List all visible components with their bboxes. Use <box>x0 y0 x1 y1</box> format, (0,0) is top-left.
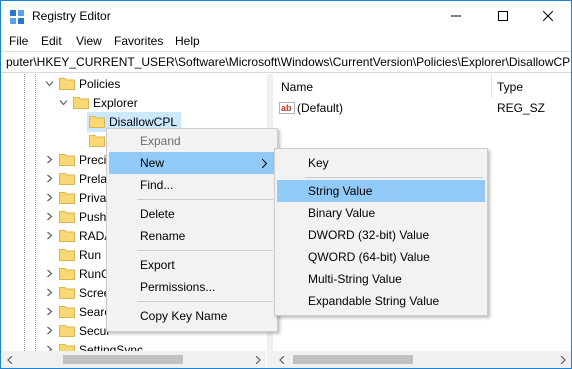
value-type: REG_SZ <box>497 101 546 115</box>
menu-item-export[interactable]: Export <box>109 254 275 276</box>
scroll-thumb[interactable] <box>63 355 183 364</box>
scroll-right-button[interactable] <box>554 351 571 368</box>
close-icon <box>543 11 553 21</box>
menu-item-expand[interactable]: Expand <box>109 130 275 152</box>
chevron-right-icon <box>560 355 566 364</box>
folder-icon <box>59 211 75 223</box>
svg-text:ab: ab <box>281 103 292 113</box>
menu-separator <box>137 250 273 251</box>
chevron-right-icon[interactable] <box>45 174 54 183</box>
registry-icon <box>10 10 24 24</box>
new-submenu: Key String Value Binary Value DWORD (32-… <box>274 148 488 316</box>
tree-item-label: Prela <box>79 172 108 186</box>
menu-item-delete[interactable]: Delete <box>109 203 275 225</box>
chevron-down-icon[interactable] <box>45 79 54 88</box>
scroll-thumb[interactable] <box>293 355 413 364</box>
menu-bar: File Edit View Favorites Help <box>1 31 571 51</box>
folder-icon <box>59 173 75 185</box>
folder-icon <box>59 154 75 166</box>
chevron-right-icon[interactable] <box>45 326 54 335</box>
menu-item-key[interactable]: Key <box>277 152 485 174</box>
context-menu: Expand New Find... Delete Rename Export … <box>106 128 278 332</box>
tree-horizontal-scrollbar[interactable] <box>1 351 266 368</box>
menu-item-expandable-string-value[interactable]: Expandable String Value <box>277 290 485 312</box>
close-button[interactable] <box>525 1 571 31</box>
chevron-left-icon <box>6 355 12 364</box>
menu-help[interactable]: Help <box>175 34 200 48</box>
menu-file[interactable]: File <box>9 34 28 48</box>
menu-item-binary-value[interactable]: Binary Value <box>277 202 485 224</box>
chevron-down-icon[interactable] <box>59 98 68 107</box>
value-name: (Default) <box>297 101 344 115</box>
scroll-left-button[interactable] <box>273 351 290 368</box>
tree-guide-line <box>35 74 36 351</box>
tree-item[interactable]: Explorer <box>1 93 266 113</box>
chevron-right-icon <box>262 159 267 168</box>
tree-item-label: Run <box>79 248 102 262</box>
menu-item-dword-value[interactable]: DWORD (32-bit) Value <box>277 224 485 246</box>
chevron-right-icon <box>255 355 261 364</box>
folder-icon <box>59 249 75 261</box>
maximize-icon <box>498 11 508 21</box>
list-horizontal-scrollbar[interactable] <box>273 351 571 368</box>
address-bar[interactable]: puter\HKEY_CURRENT_USER\Software\Microso… <box>1 51 571 73</box>
folder-icon <box>89 135 105 147</box>
menu-item-string-value[interactable]: String Value <box>277 180 485 202</box>
tree-item-label: Policies <box>79 77 121 91</box>
menu-item-qword-value[interactable]: QWORD (64-bit) Value <box>277 246 485 268</box>
folder-icon <box>59 306 75 318</box>
minimize-button[interactable] <box>433 1 479 31</box>
folder-icon <box>59 268 75 280</box>
chevron-left-icon <box>278 355 284 364</box>
window-title: Registry Editor <box>32 9 111 23</box>
maximize-button[interactable] <box>480 1 526 31</box>
tree-guide-line <box>24 74 25 351</box>
minimize-icon <box>451 15 461 17</box>
menu-favorites[interactable]: Favorites <box>114 34 163 48</box>
menu-item-rename[interactable]: Rename <box>109 225 275 247</box>
chevron-right-icon[interactable] <box>45 288 54 297</box>
folder-icon <box>73 97 89 109</box>
menu-item-copy-key-name[interactable]: Copy Key Name <box>109 305 275 327</box>
scroll-left-button[interactable] <box>1 351 18 368</box>
string-value-icon: ab <box>279 102 295 114</box>
column-divider[interactable] <box>491 74 492 98</box>
column-name-header[interactable]: Name <box>281 74 313 98</box>
chevron-right-icon[interactable] <box>45 269 54 278</box>
address-path: puter\HKEY_CURRENT_USER\Software\Microso… <box>6 55 571 69</box>
tree-item-label: Preci <box>79 153 107 167</box>
title-bar[interactable]: Registry Editor <box>1 1 571 31</box>
menu-item-multi-string-value[interactable]: Multi-String Value <box>277 268 485 290</box>
menu-separator <box>137 301 273 302</box>
folder-icon <box>59 287 75 299</box>
tree-item-label: Push <box>79 210 107 224</box>
tree-item-label: DisallowCPL <box>109 115 178 129</box>
folder-icon <box>59 192 75 204</box>
chevron-right-icon[interactable] <box>45 193 54 202</box>
menu-edit[interactable]: Edit <box>41 34 62 48</box>
menu-item-find[interactable]: Find... <box>109 174 275 196</box>
column-type-header[interactable]: Type <box>497 74 523 98</box>
scroll-right-button[interactable] <box>249 351 266 368</box>
menu-separator <box>137 199 273 200</box>
menu-view[interactable]: View <box>76 34 102 48</box>
chevron-right-icon[interactable] <box>45 231 54 240</box>
menu-item-new[interactable]: New <box>109 152 275 174</box>
menu-item-permissions[interactable]: Permissions... <box>109 276 275 298</box>
tree-item-label: Priva <box>79 191 107 205</box>
folder-icon <box>59 78 75 90</box>
list-item[interactable]: ab (Default) REG_SZ <box>273 98 571 118</box>
tree-item-label: Explorer <box>93 96 138 110</box>
chevron-right-icon[interactable] <box>45 212 54 221</box>
menu-separator <box>305 177 483 178</box>
folder-icon <box>59 230 75 242</box>
folder-icon <box>89 116 105 128</box>
chevron-right-icon[interactable] <box>45 307 54 316</box>
tree-item[interactable]: Policies <box>1 74 266 94</box>
folder-icon <box>59 325 75 337</box>
chevron-right-icon[interactable] <box>45 155 54 164</box>
